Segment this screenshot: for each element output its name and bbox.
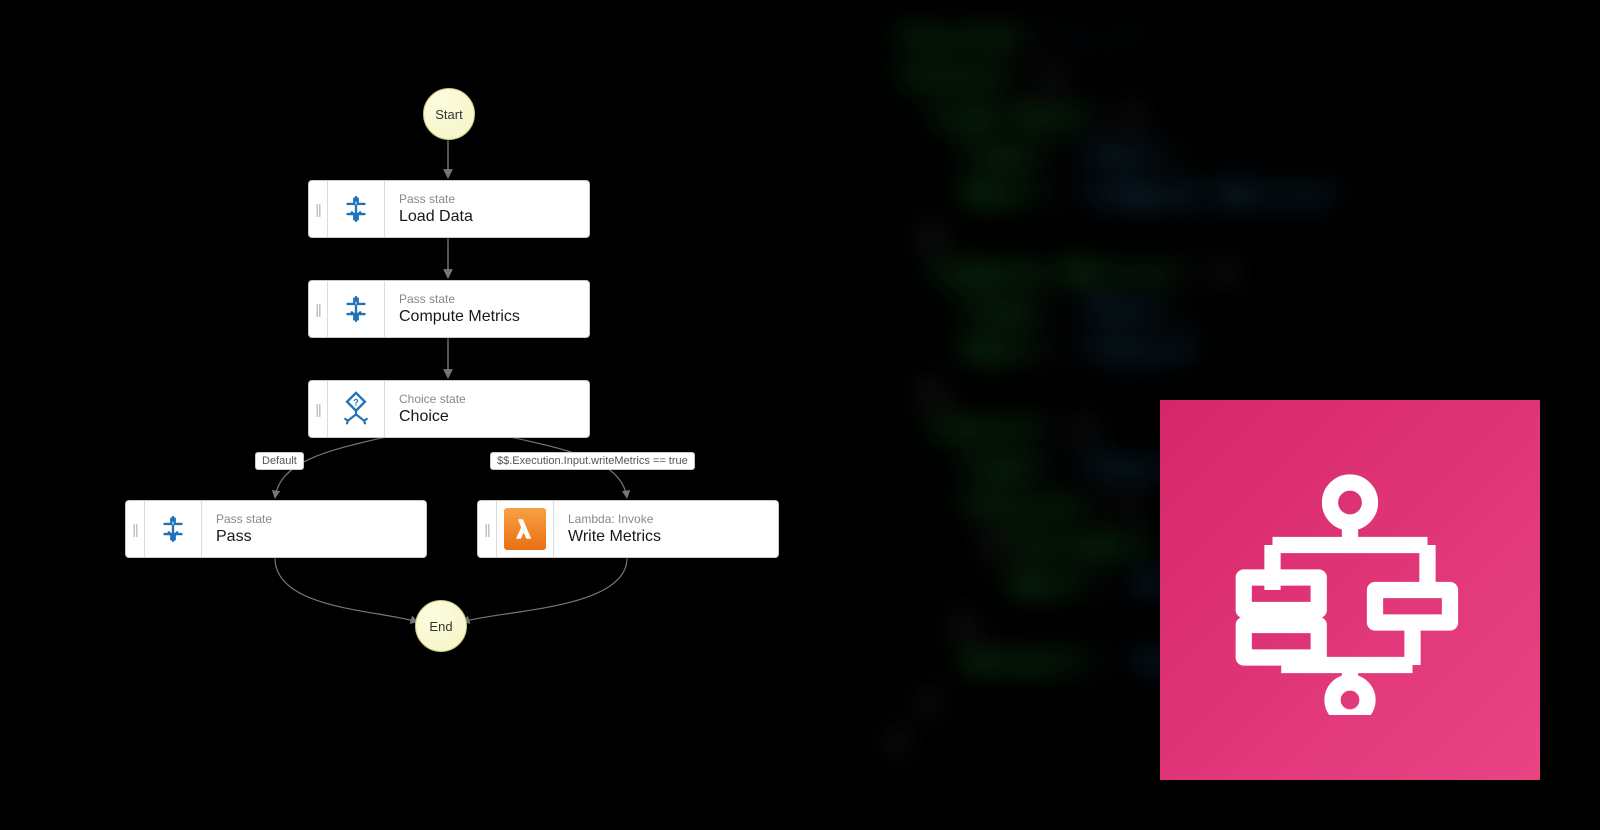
state-choice[interactable]: || ? Choice state Choice	[308, 380, 590, 438]
state-pass[interactable]: || Pass state Pass	[125, 500, 427, 558]
lambda-icon	[497, 501, 554, 557]
drag-handle-icon[interactable]: ||	[478, 501, 497, 557]
pass-state-icon	[145, 501, 202, 557]
state-type-label: Choice state	[399, 392, 466, 407]
state-compute-metrics[interactable]: || Pass state Compute Metrics	[308, 280, 590, 338]
state-type-label: Pass state	[216, 512, 272, 527]
drag-handle-icon[interactable]: ||	[309, 281, 328, 337]
state-name-label: Choice	[399, 407, 466, 427]
start-node[interactable]: Start	[423, 88, 475, 140]
end-label: End	[429, 619, 452, 634]
drag-handle-icon[interactable]: ||	[309, 381, 328, 437]
state-name-label: Write Metrics	[568, 527, 661, 547]
drag-handle-icon[interactable]: ||	[309, 181, 328, 237]
state-write-metrics[interactable]: || Lambda: Invoke Write Metrics	[477, 500, 779, 558]
state-name-label: Compute Metrics	[399, 307, 520, 327]
pass-state-icon	[328, 181, 385, 237]
choice-state-icon: ?	[328, 381, 385, 437]
drag-handle-icon[interactable]: ||	[126, 501, 145, 557]
state-type-label: Lambda: Invoke	[568, 512, 661, 527]
step-functions-service-icon	[1160, 400, 1540, 780]
end-node[interactable]: End	[415, 600, 467, 652]
start-label: Start	[435, 107, 462, 122]
workflow-canvas[interactable]: Start || Pass state Load Data || Pass st…	[0, 0, 900, 830]
state-type-label: Pass state	[399, 192, 473, 207]
edge-label-default: Default	[255, 452, 304, 470]
svg-text:?: ?	[353, 397, 359, 407]
state-type-label: Pass state	[399, 292, 520, 307]
edge-label-condition: $$.Execution.Input.writeMetrics == true	[490, 452, 695, 470]
state-name-label: Load Data	[399, 207, 473, 227]
state-load-data[interactable]: || Pass state Load Data	[308, 180, 590, 238]
pass-state-icon	[328, 281, 385, 337]
state-name-label: Pass	[216, 527, 272, 547]
